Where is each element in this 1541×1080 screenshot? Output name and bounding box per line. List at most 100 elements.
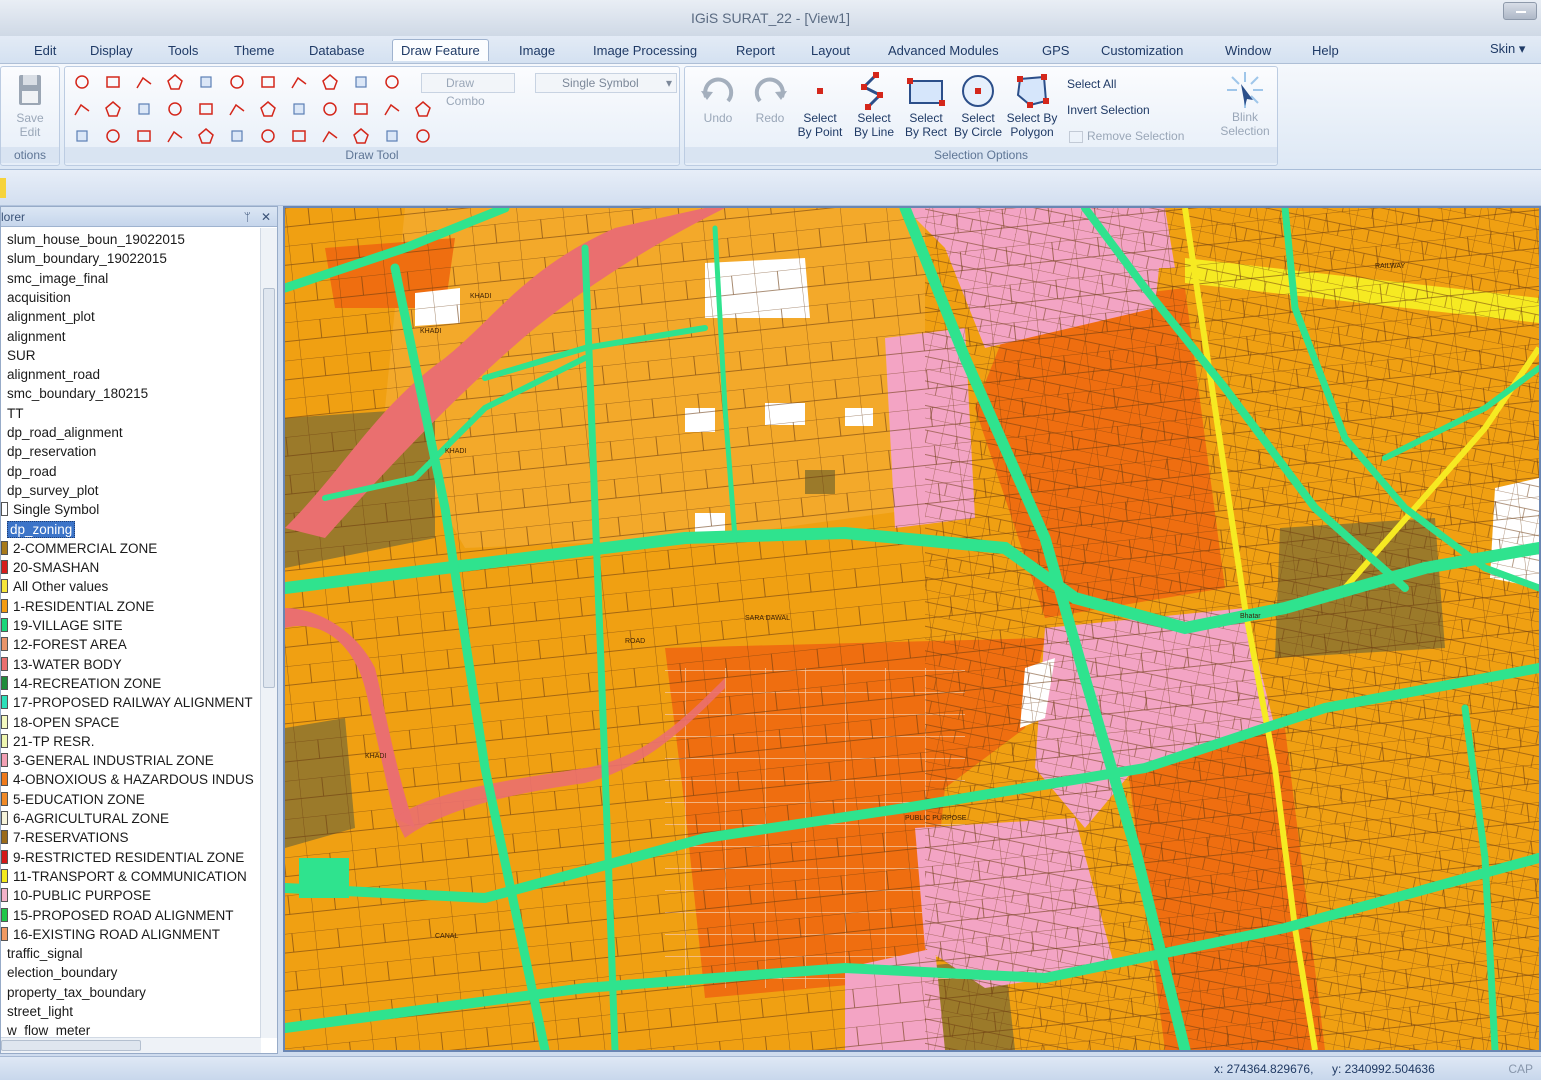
menu-database[interactable]: Database bbox=[301, 40, 373, 62]
legend-item[interactable]: 15-PROPOSED ROAD ALIGNMENT bbox=[1, 906, 259, 925]
legend-item[interactable]: 6-AGRICULTURAL ZONE bbox=[1, 809, 259, 828]
menu-advanced-modules[interactable]: Advanced Modules bbox=[880, 40, 1007, 62]
draw-tri-icon[interactable] bbox=[414, 100, 432, 118]
draw-poly-icon[interactable] bbox=[104, 73, 122, 91]
legend-item[interactable]: 14-RECREATION ZONE bbox=[1, 674, 259, 693]
menu-display[interactable]: Display bbox=[82, 40, 141, 62]
menu-report[interactable]: Report bbox=[728, 40, 783, 62]
layer-item[interactable]: dp_survey_plot bbox=[1, 481, 259, 500]
legend-item[interactable]: 2-COMMERCIAL ZONE bbox=[1, 539, 259, 558]
draw-star-icon[interactable] bbox=[259, 127, 277, 145]
legend-item[interactable]: 13-WATER BODY bbox=[1, 655, 259, 674]
layer-item[interactable]: street_light bbox=[1, 1002, 259, 1021]
draw-stack-icon[interactable] bbox=[383, 127, 401, 145]
layer-item[interactable]: alignment_plot bbox=[1, 307, 259, 326]
draw-star-icon[interactable] bbox=[259, 100, 277, 118]
draw-gear-icon[interactable] bbox=[290, 127, 308, 145]
legend-item[interactable]: 18-OPEN SPACE bbox=[1, 713, 259, 732]
single-symbol-dropdown[interactable]: Single Symbol ▾ bbox=[535, 73, 677, 93]
draw-circ-icon[interactable] bbox=[135, 127, 153, 145]
draw-dot-icon[interactable] bbox=[73, 127, 91, 145]
legend-item[interactable]: 3-GENERAL INDUSTRIAL ZONE bbox=[1, 751, 259, 770]
legend-item[interactable]: 5-EDUCATION ZONE bbox=[1, 790, 259, 809]
legend-item[interactable]: 9-RESTRICTED RESIDENTIAL ZONE bbox=[1, 848, 259, 867]
layer-item[interactable]: property_tax_boundary bbox=[1, 983, 259, 1002]
menu-window[interactable]: Window bbox=[1217, 40, 1279, 62]
legend-item[interactable]: All Other values bbox=[1, 577, 259, 596]
layer-item[interactable]: alignment_road bbox=[1, 365, 259, 384]
layer-item[interactable]: acquisition bbox=[1, 288, 259, 307]
skin-menu[interactable]: Skin ▾ bbox=[1482, 38, 1533, 60]
draw-combo[interactable]: Draw Combo bbox=[421, 73, 515, 108]
layer-item[interactable]: slum_house_boun_19022015 bbox=[1, 230, 259, 249]
layer-item[interactable]: w_flow_meter bbox=[1, 1021, 259, 1038]
select-by-polygon-button[interactable]: Select By Polygon bbox=[1003, 71, 1061, 151]
draw-rect-icon[interactable] bbox=[228, 127, 246, 145]
menu-help[interactable]: Help bbox=[1304, 40, 1347, 62]
draw-arrow-icon[interactable] bbox=[321, 100, 339, 118]
draw-rect-icon[interactable] bbox=[228, 73, 246, 91]
remove-selection-button[interactable]: Remove Selection bbox=[1069, 129, 1184, 143]
layer-item[interactable]: TT bbox=[1, 404, 259, 423]
legend-item[interactable]: 19-VILLAGE SITE bbox=[1, 616, 259, 635]
layer-item[interactable]: alignment bbox=[1, 327, 259, 346]
draw-arrow-icon[interactable] bbox=[321, 127, 339, 145]
legend-item[interactable]: 7-RESERVATIONS bbox=[1, 828, 259, 847]
draw-line-icon[interactable] bbox=[166, 100, 184, 118]
menu-tools[interactable]: Tools bbox=[160, 40, 206, 62]
menu-gps[interactable]: GPS bbox=[1034, 40, 1077, 62]
draw-tri-icon[interactable] bbox=[414, 127, 432, 145]
draw-stack-icon[interactable] bbox=[383, 100, 401, 118]
draw-dot-icon[interactable] bbox=[73, 100, 91, 118]
invert-selection-button[interactable]: Invert Selection bbox=[1067, 103, 1150, 117]
draw-gear-icon[interactable] bbox=[290, 73, 308, 91]
layer-item[interactable]: election_boundary bbox=[1, 963, 259, 982]
legend-item[interactable]: 12-FOREST AREA bbox=[1, 635, 259, 654]
layer-item[interactable]: smc_image_final bbox=[1, 269, 259, 288]
vertical-scrollbar[interactable] bbox=[260, 228, 277, 1038]
legend-item[interactable]: 21-TP RESR. bbox=[1, 732, 259, 751]
menu-edit[interactable]: Edit bbox=[26, 40, 64, 62]
layer-item[interactable]: dp_road_alignment bbox=[1, 423, 259, 442]
draw-arrow-icon[interactable] bbox=[321, 73, 339, 91]
legend-item[interactable]: 11-TRANSPORT & COMMUNICATION bbox=[1, 867, 259, 886]
map-view[interactable]: KHADI KHADI KHADI KHADI RAILWAY CANAL RO… bbox=[283, 206, 1541, 1052]
minimize-button[interactable] bbox=[1503, 2, 1537, 20]
draw-poly-icon[interactable] bbox=[104, 127, 122, 145]
draw-stack-icon[interactable] bbox=[383, 73, 401, 91]
legend-item[interactable]: 17-PROPOSED RAILWAY ALIGNMENT bbox=[1, 693, 259, 712]
draw-copy-icon[interactable] bbox=[352, 127, 370, 145]
legend-item[interactable]: 20-SMASHAN bbox=[1, 558, 259, 577]
zoning-map[interactable]: KHADI KHADI KHADI KHADI RAILWAY CANAL RO… bbox=[285, 208, 1539, 1050]
draw-gear-icon[interactable] bbox=[290, 100, 308, 118]
save-edit-button[interactable]: Save Edit bbox=[1, 71, 59, 151]
menu-layout[interactable]: Layout bbox=[803, 40, 858, 62]
layer-item[interactable]: dp_road bbox=[1, 462, 259, 481]
layer-item[interactable]: slum_boundary_19022015 bbox=[1, 249, 259, 268]
draw-rect-icon[interactable] bbox=[228, 100, 246, 118]
legend-item[interactable]: 4-OBNOXIOUS & HAZARDOUS INDUS bbox=[1, 770, 259, 789]
draw-ring-icon[interactable] bbox=[197, 100, 215, 118]
menu-draw-feature[interactable]: Draw Feature bbox=[392, 39, 489, 61]
layer-item[interactable]: smc_boundary_180215 bbox=[1, 384, 259, 403]
layer-item[interactable]: SUR bbox=[1, 346, 259, 365]
layer-item[interactable]: dp_reservation bbox=[1, 442, 259, 461]
draw-line-icon[interactable] bbox=[166, 73, 184, 91]
blink-selection-button[interactable]: Blink Selection bbox=[1214, 70, 1276, 150]
layer-item[interactable]: traffic_signal bbox=[1, 944, 259, 963]
select-by-circle-button[interactable]: Select By Circle bbox=[949, 71, 1007, 151]
undo-button[interactable]: Undo bbox=[689, 71, 747, 151]
legend-item[interactable]: 10-PUBLIC PURPOSE bbox=[1, 886, 259, 905]
legend-item[interactable]: 16-EXISTING ROAD ALIGNMENT bbox=[1, 925, 259, 944]
draw-dot-icon[interactable] bbox=[73, 73, 91, 91]
draw-copy-icon[interactable] bbox=[352, 73, 370, 91]
select-by-point-button[interactable]: Select By Point bbox=[791, 71, 849, 151]
draw-ring-icon[interactable] bbox=[197, 127, 215, 145]
draw-line-icon[interactable] bbox=[166, 127, 184, 145]
horizontal-scrollbar[interactable] bbox=[1, 1037, 261, 1053]
draw-ring-icon[interactable] bbox=[197, 73, 215, 91]
draw-circ-icon[interactable] bbox=[135, 100, 153, 118]
menu-image-processing[interactable]: Image Processing bbox=[585, 40, 705, 62]
legend-item[interactable]: 1-RESIDENTIAL ZONE bbox=[1, 597, 259, 616]
menu-theme[interactable]: Theme bbox=[226, 40, 282, 62]
